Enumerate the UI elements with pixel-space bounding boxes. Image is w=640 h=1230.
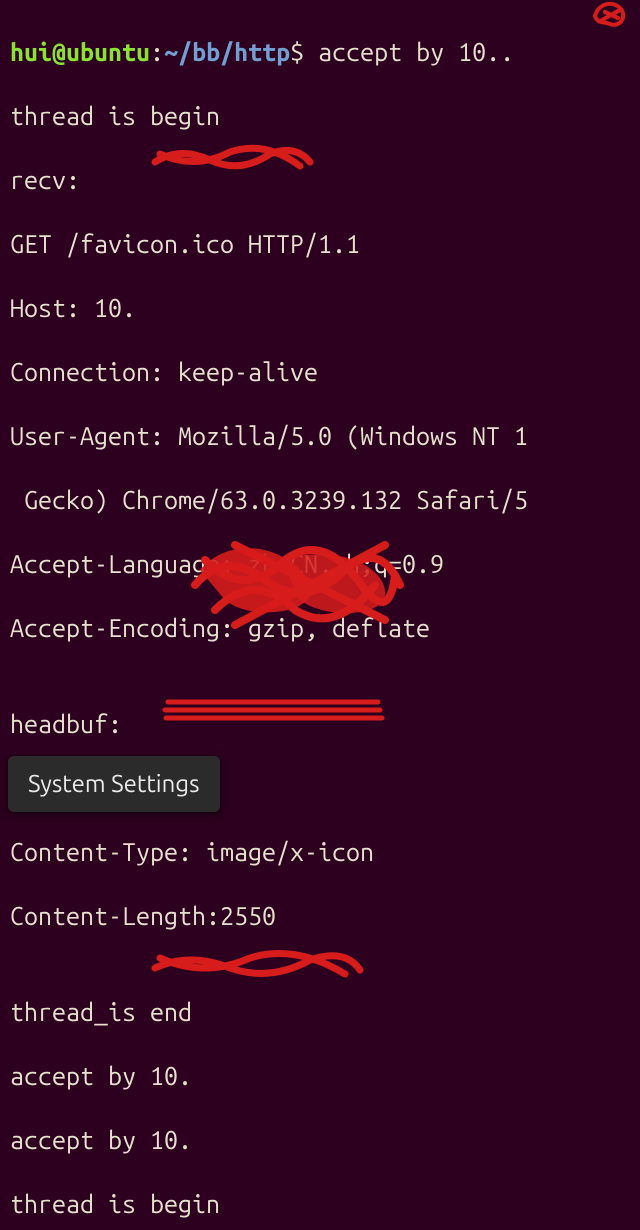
output-line: recv:: [10, 164, 630, 196]
prompt-dollar: $: [290, 38, 304, 66]
output-line: thread is begin: [10, 100, 630, 132]
output-line: accept by 10.: [10, 1124, 630, 1156]
prompt-user: hui: [10, 38, 52, 66]
output-line: Content-Type: image/x-icon: [10, 836, 630, 868]
tooltip-label: System Settings: [28, 770, 200, 797]
host-prefix: Host: 10.: [10, 294, 136, 322]
output-line: Content-Length:2550: [10, 900, 630, 932]
output-line: thread_is end: [10, 996, 630, 1028]
terminal[interactable]: hui@ubuntu:~/bb/http$ accept by 10.. thr…: [0, 0, 640, 1230]
prompt-line: hui@ubuntu:~/bb/http$ accept by 10..: [10, 36, 630, 68]
prompt-command-tail: .: [500, 38, 514, 66]
prompt-path: ~/bb/http: [164, 38, 290, 66]
accept-prefix: accept by 10.: [10, 1062, 192, 1090]
system-settings-tooltip: System Settings: [8, 756, 220, 812]
output-line: Accept-Language: zh-CN,zh;q=0.9: [10, 548, 630, 580]
prompt-host: ubuntu: [66, 38, 150, 66]
output-line: Host: 10.: [10, 292, 630, 324]
output-line: User-Agent: Mozilla/5.0 (Windows NT 1: [10, 420, 630, 452]
prompt-colon: :: [150, 38, 164, 66]
output-line: Accept-Encoding: gzip, deflate: [10, 612, 630, 644]
output-line: thread is begin: [10, 1188, 630, 1220]
output-line: Connection: keep-alive: [10, 356, 630, 388]
prompt-command: accept by 10.: [304, 38, 500, 66]
output-line: accept by 10.: [10, 1060, 630, 1092]
output-line: GET /favicon.ico HTTP/1.1: [10, 228, 630, 260]
output-line: Gecko) Chrome/63.0.3239.132 Safari/5: [10, 484, 630, 516]
accept-prefix: accept by 10.: [10, 1126, 192, 1154]
host-redacted: [136, 294, 262, 322]
output-line: headbuf:: [10, 708, 630, 740]
prompt-at: @: [52, 38, 66, 66]
